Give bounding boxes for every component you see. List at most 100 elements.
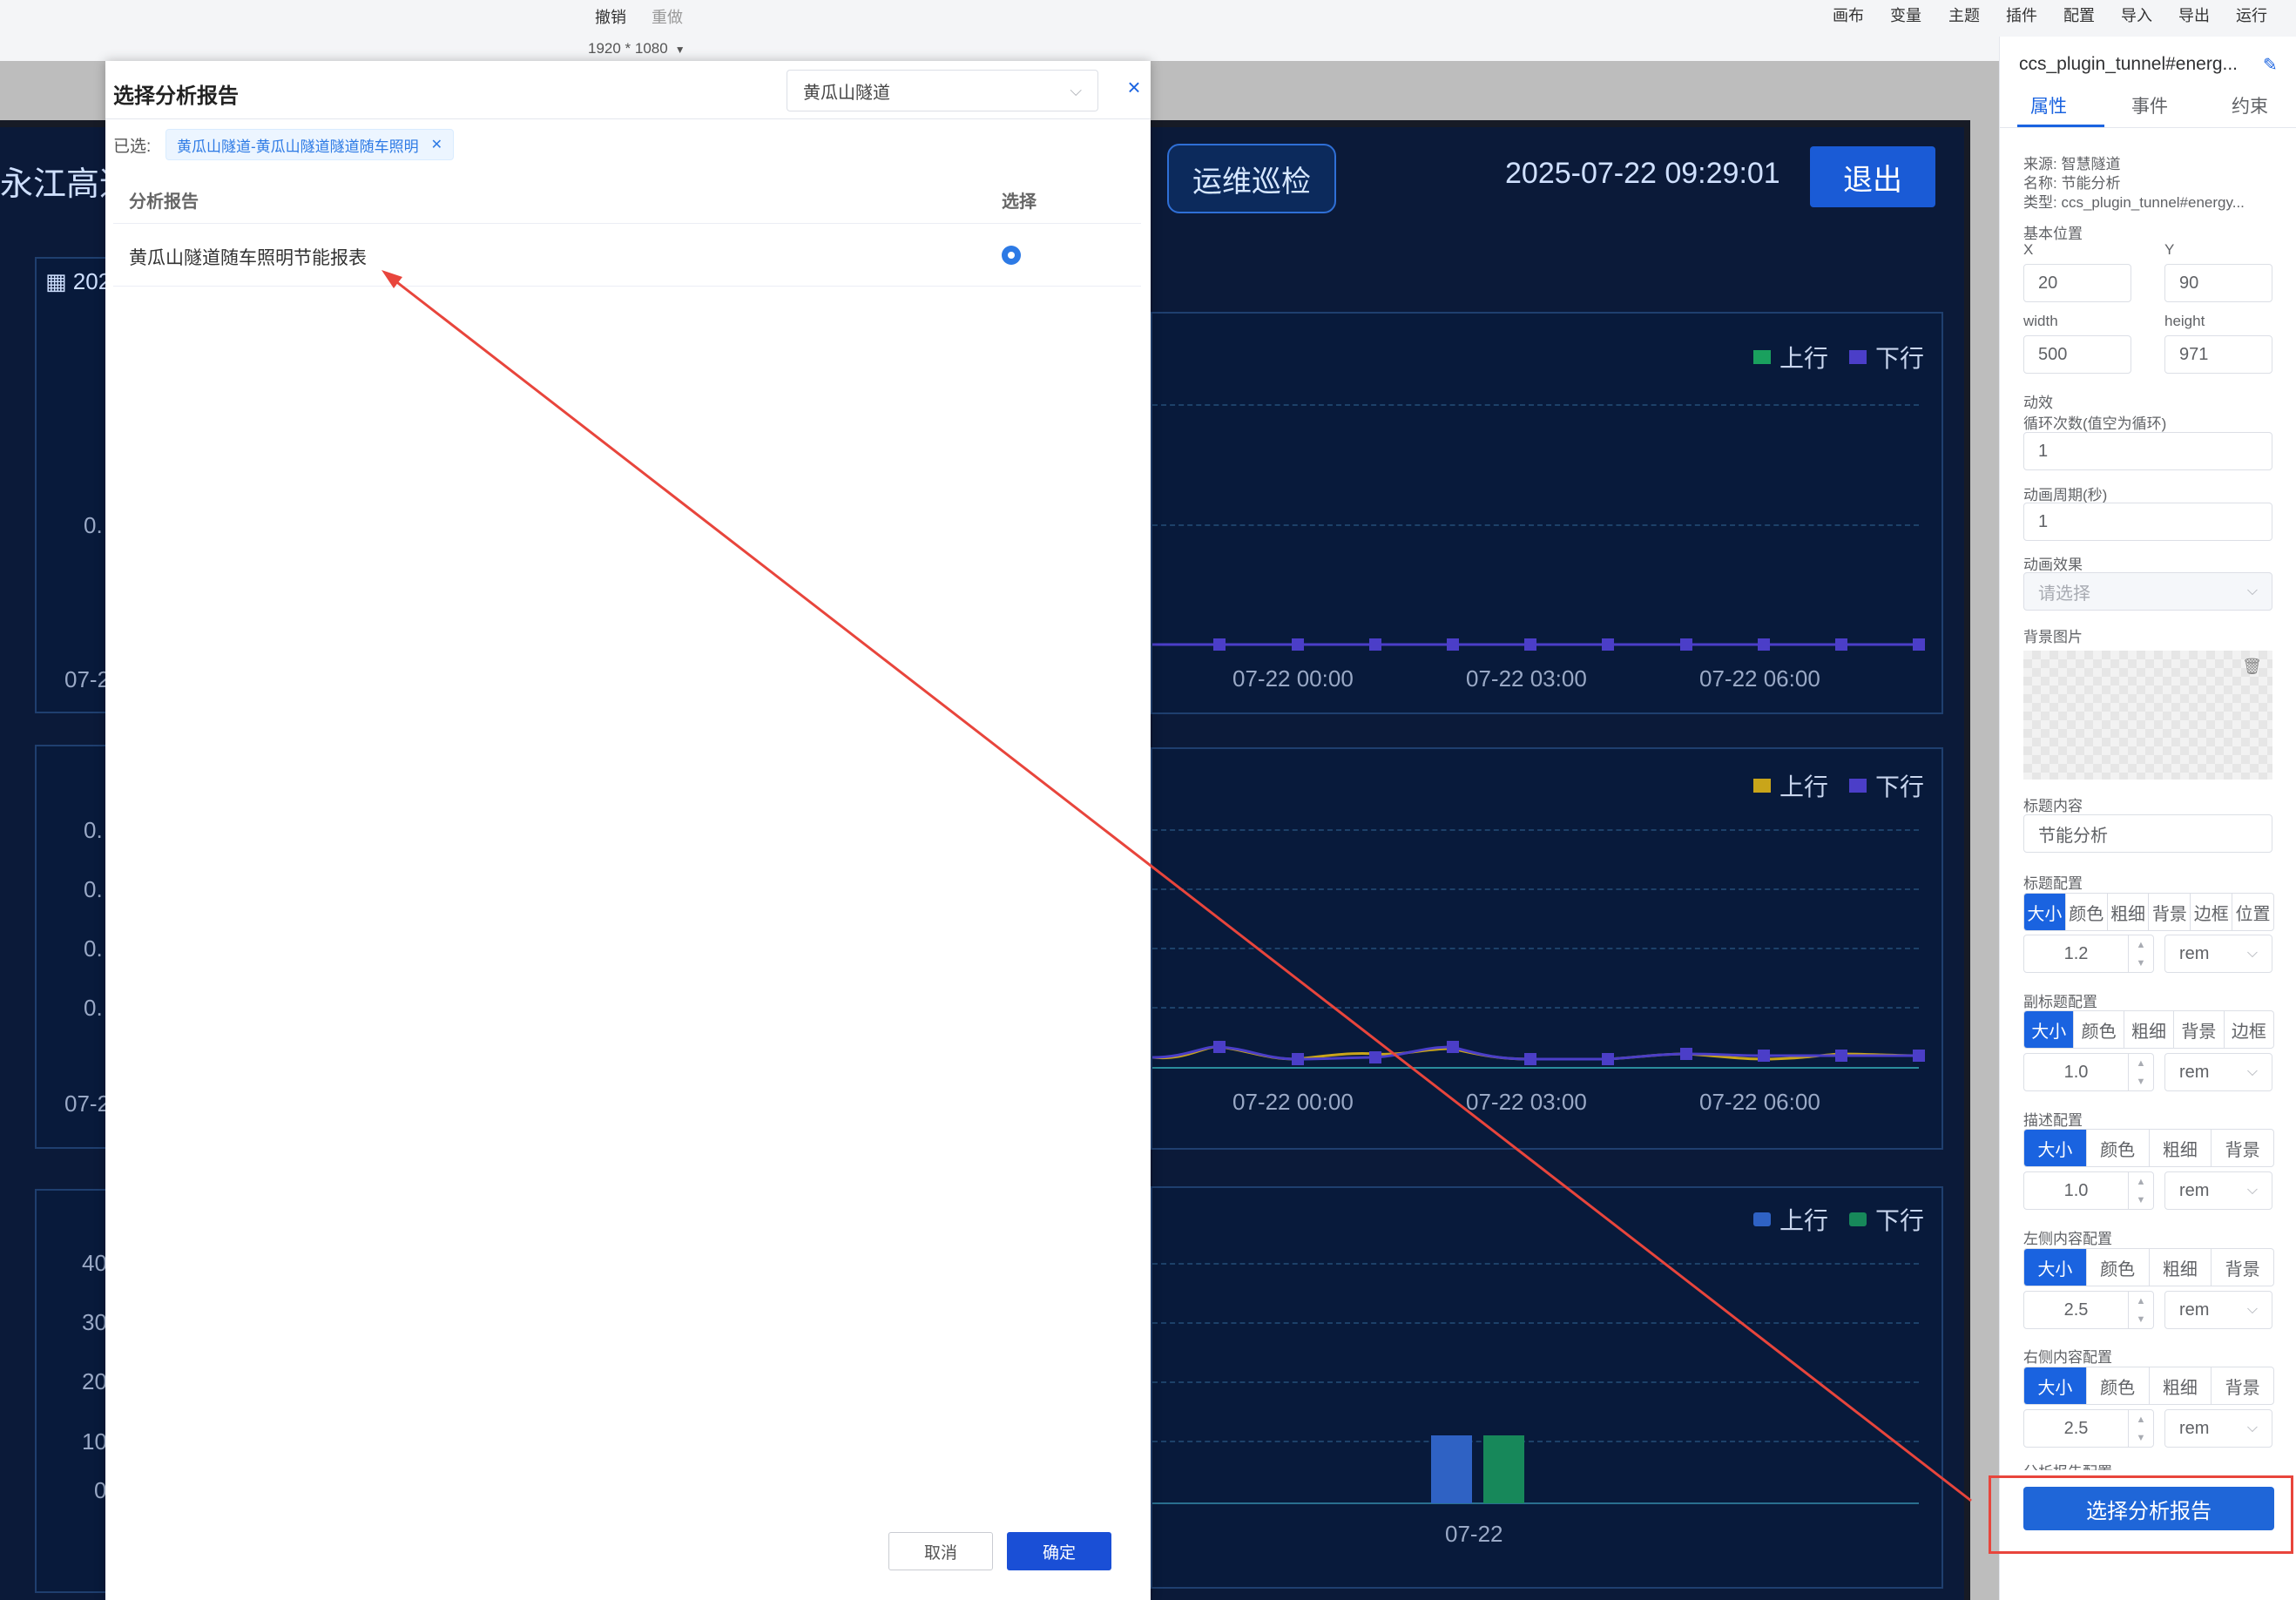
cancel-button[interactable]: 取消: [888, 1532, 993, 1570]
legend-label-up: 上行: [1779, 773, 1828, 800]
seg-border[interactable]: 边框: [2190, 894, 2232, 930]
chart-2-series: [1152, 1041, 1925, 1069]
period-input[interactable]: 1: [2023, 503, 2272, 541]
table-row-report-name[interactable]: 黄瓜山隧道随车照明节能报表: [129, 244, 367, 270]
calendar-icon: ▦: [45, 268, 73, 294]
seg-color[interactable]: 颜色: [2085, 1130, 2149, 1166]
menu-variables[interactable]: 变量: [1890, 3, 1921, 26]
right-size-stepper[interactable]: 2.5 ▲ ▼: [2023, 1409, 2154, 1448]
stepper-arrows-icon[interactable]: ▲ ▼: [2128, 1292, 2153, 1328]
seg-bg[interactable]: 背景: [2211, 1130, 2273, 1166]
seg-border[interactable]: 边框: [2223, 1011, 2273, 1048]
left-content-label: 左侧内容配置: [2023, 1231, 2112, 1247]
unit-value: rem: [2179, 1062, 2210, 1082]
subtitle-unit-select[interactable]: rem ⌵: [2164, 1053, 2272, 1091]
y-input[interactable]: 90: [2164, 264, 2272, 302]
stepper-arrows-icon[interactable]: ▲ ▼: [2128, 1410, 2153, 1447]
subtitle-size-stepper[interactable]: 1.0 ▲ ▼: [2023, 1053, 2154, 1091]
height-input[interactable]: 971: [2164, 335, 2272, 374]
seg-weight[interactable]: 粗细: [2148, 1367, 2212, 1404]
menu-canvas[interactable]: 画布: [1833, 3, 1864, 26]
left-axis-label: 10: [82, 1428, 107, 1455]
dashboard-datetime: 2025-07-22 09:29:01: [1505, 157, 1780, 190]
title-content-input[interactable]: 节能分析: [2023, 814, 2272, 853]
seg-color[interactable]: 颜色: [2085, 1367, 2149, 1404]
stepper-arrows-icon[interactable]: ▲ ▼: [2128, 935, 2153, 972]
stepper-arrows-icon[interactable]: ▲ ▼: [2128, 1054, 2153, 1090]
height-label: height: [2164, 313, 2205, 329]
tag-close-icon[interactable]: ✕: [431, 136, 442, 153]
left-date-picker[interactable]: ▦ 202: [45, 268, 111, 295]
patrol-button[interactable]: 运维巡检: [1167, 144, 1336, 213]
effect-select[interactable]: 请选择 ⌵: [2023, 572, 2272, 611]
seg-weight[interactable]: 粗细: [2106, 894, 2149, 930]
seg-color[interactable]: 颜色: [2073, 1011, 2123, 1048]
subtitle-config-segments: 大小 颜色 粗细 背景 边框: [2023, 1010, 2274, 1049]
column-header-choose: 选择: [1002, 192, 1037, 212]
stepper-arrows-icon[interactable]: ▲ ▼: [2128, 1172, 2153, 1209]
seg-size[interactable]: 大小: [2024, 1011, 2074, 1048]
loop-input[interactable]: 1: [2023, 432, 2272, 470]
menu-config[interactable]: 配置: [2063, 3, 2095, 26]
menu-plugins[interactable]: 插件: [2006, 3, 2037, 26]
chart-3-legend: 上行 下行: [1752, 1202, 1924, 1237]
grid-line: [1152, 948, 1919, 949]
confirm-button[interactable]: 确定: [1007, 1532, 1111, 1570]
undo-button[interactable]: 撤销: [595, 5, 626, 28]
seg-size[interactable]: 大小: [2024, 894, 2065, 930]
grid-line: [1152, 1322, 1919, 1324]
left-axis-label: 40: [82, 1250, 107, 1276]
chevron-down-icon: ⌵: [2246, 1064, 2258, 1079]
right-unit-select[interactable]: rem ⌵: [2164, 1409, 2272, 1448]
title-config-label: 标题配置: [2023, 875, 2083, 892]
legend-label-down: 下行: [1874, 773, 1924, 800]
tab-events[interactable]: 事件: [2131, 92, 2168, 118]
left-unit-select[interactable]: rem ⌵: [2164, 1291, 2272, 1329]
seg-bg[interactable]: 背景: [2211, 1249, 2273, 1286]
seg-size[interactable]: 大小: [2024, 1130, 2086, 1166]
left-size-stepper[interactable]: 2.5 ▲ ▼: [2023, 1291, 2154, 1329]
tab-constraints[interactable]: 约束: [2232, 92, 2268, 118]
tunnel-select[interactable]: 黄瓜山隧道 ⌵: [787, 70, 1098, 111]
desc-unit-select[interactable]: rem ⌵: [2164, 1171, 2272, 1210]
tab-properties[interactable]: 属性: [2030, 92, 2067, 118]
chevron-down-icon: ⌵: [2246, 946, 2258, 961]
grid-line: [1152, 1263, 1919, 1265]
exit-button[interactable]: 退出: [1810, 146, 1935, 207]
seg-color[interactable]: 颜色: [2064, 894, 2107, 930]
seg-size[interactable]: 大小: [2024, 1367, 2086, 1404]
seg-weight[interactable]: 粗细: [2148, 1249, 2212, 1286]
dialog-title: 选择分析报告: [113, 84, 239, 108]
chevron-down-icon: ⌵: [2246, 1421, 2258, 1435]
seg-weight[interactable]: 粗细: [2148, 1130, 2212, 1166]
seg-color[interactable]: 颜色: [2085, 1249, 2149, 1286]
select-report-dialog: 选择分析报告 黄瓜山隧道 ⌵ × 已选: 黄瓜山隧道-黄瓜山隧道隧道随车照明 ✕…: [105, 61, 1151, 1600]
seg-size[interactable]: 大小: [2024, 1249, 2086, 1286]
left-panel-2: [35, 745, 117, 1149]
bg-image-upload[interactable]: 🗑: [2023, 651, 2272, 780]
menu-export[interactable]: 导出: [2178, 3, 2210, 26]
resolution-select[interactable]: 1920 * 1080 ▼: [588, 40, 685, 57]
trash-icon[interactable]: 🗑: [2242, 658, 2262, 676]
title-size-stepper[interactable]: 1.2 ▲ ▼: [2023, 935, 2154, 973]
edit-icon[interactable]: ✎: [2263, 54, 2278, 76]
editor-toolbar: 撤销 重做 1920 * 1080 ▼ 画布 变量 主题 插件 配置 导入 导出 …: [0, 0, 2296, 61]
title-unit-select[interactable]: rem ⌵: [2164, 935, 2272, 973]
seg-position[interactable]: 位置: [2232, 894, 2273, 930]
menu-import[interactable]: 导入: [2121, 3, 2152, 26]
chevron-down-icon: ⌵: [2246, 1183, 2258, 1198]
left-axis-label: 0.: [84, 995, 103, 1021]
redo-button[interactable]: 重做: [652, 5, 683, 28]
report-radio[interactable]: [1002, 246, 1021, 265]
desc-size-stepper[interactable]: 1.0 ▲ ▼: [2023, 1171, 2154, 1210]
close-icon[interactable]: ×: [1120, 73, 1148, 101]
width-input[interactable]: 500: [2023, 335, 2131, 374]
x-input[interactable]: 20: [2023, 264, 2131, 302]
left-size-value: 2.5: [2063, 1300, 2089, 1320]
menu-run[interactable]: 运行: [2236, 3, 2267, 26]
seg-bg[interactable]: 背景: [2173, 1011, 2223, 1048]
seg-weight[interactable]: 粗细: [2123, 1011, 2173, 1048]
seg-bg[interactable]: 背景: [2211, 1367, 2273, 1404]
menu-theme[interactable]: 主题: [1948, 3, 1980, 26]
seg-bg[interactable]: 背景: [2148, 894, 2190, 930]
